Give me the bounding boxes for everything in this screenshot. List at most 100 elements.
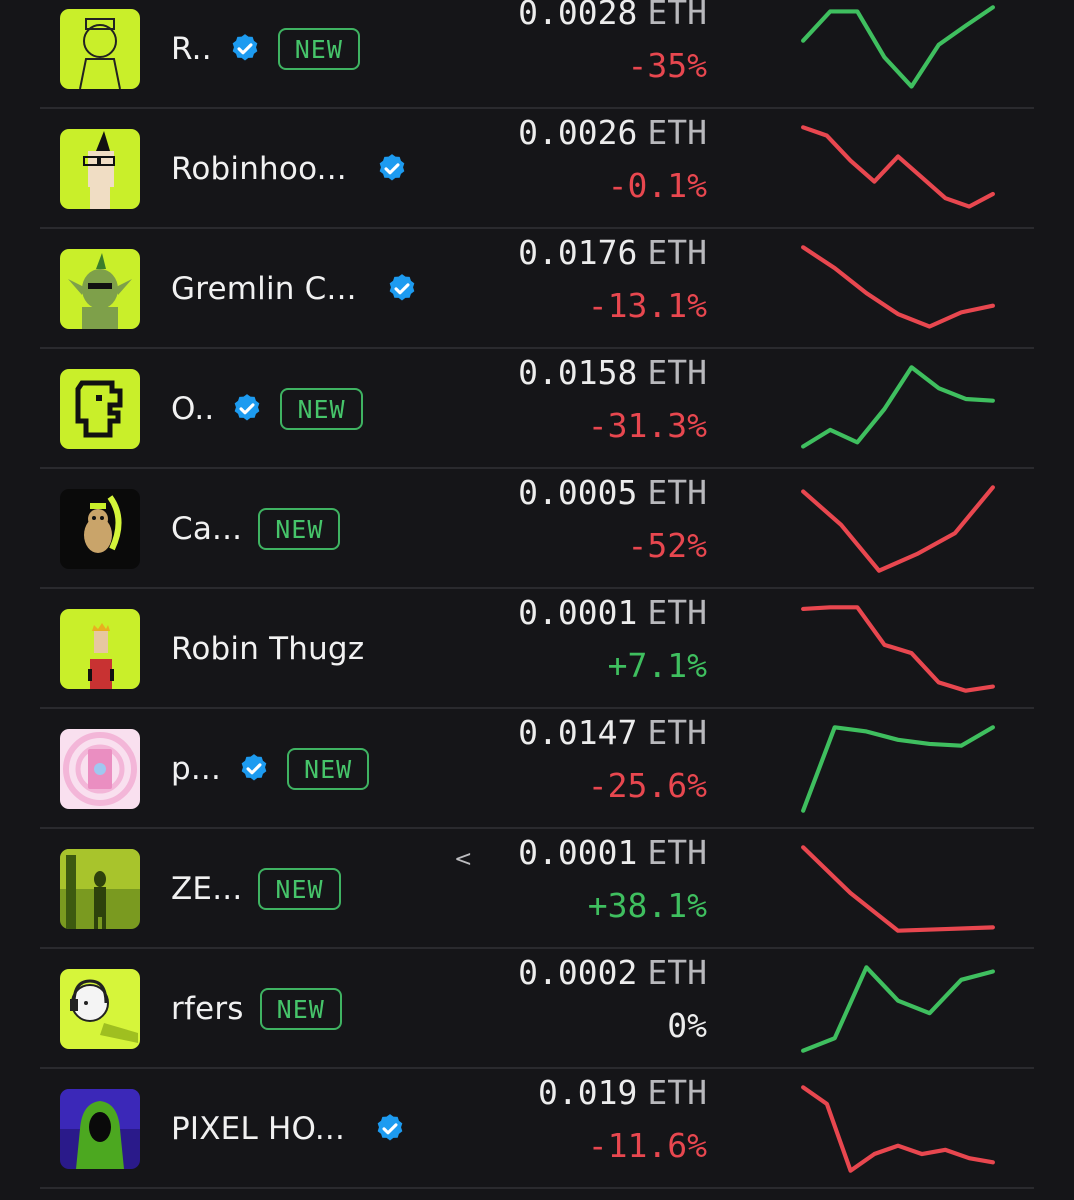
robot-girl-avatar-icon	[60, 9, 140, 89]
new-badge: NEW	[277, 28, 360, 70]
collection-name: Ca...	[171, 511, 243, 547]
collection-name: R..	[171, 31, 212, 67]
collection-name: Robinhoo...	[171, 151, 347, 187]
price-unit: ETH	[647, 713, 707, 752]
price-change: -52%	[627, 526, 707, 565]
floor-price-value: 0.0176	[518, 233, 638, 272]
price-sparkline	[801, 845, 995, 933]
collection-name: rfers	[171, 991, 244, 1027]
price-change: +38.1%	[587, 886, 707, 925]
floor-price: 0.0001 ETH	[518, 833, 707, 872]
price-sparkline	[801, 1085, 995, 1173]
sparkline-path	[801, 125, 995, 209]
floor-price: 0.0028 ETH	[518, 0, 707, 32]
collection-name-group: R.. NEW	[171, 0, 360, 109]
collection-name: Gremlin C...	[171, 271, 357, 307]
collection-name: p...	[171, 751, 222, 787]
price-unit: ETH	[647, 953, 707, 992]
verified-badge-icon	[375, 152, 409, 186]
collection-row[interactable]: Gremlin C... 0.0176 ETH -13.1%	[40, 229, 1034, 349]
sparkline-path	[801, 965, 995, 1053]
floor-price: 0.019 ETH	[538, 1073, 707, 1112]
collection-row[interactable]: R.. NEW 0.0028 ETH -35%	[40, 0, 1034, 109]
sparkline-path	[801, 365, 995, 449]
price-unit: ETH	[647, 593, 707, 632]
collection-name-group: PIXEL HO...	[171, 1069, 407, 1189]
statue-art-icon	[60, 849, 140, 929]
floor-price: 0.0002 ETH	[518, 953, 707, 992]
price-change: -25.6%	[587, 766, 707, 805]
collection-row[interactable]: O.. NEW 0.0158 ETH -31.3%	[40, 349, 1034, 469]
price-change: -11.6%	[587, 1126, 707, 1165]
price-sparkline	[801, 5, 995, 89]
sparkline-path	[801, 485, 995, 573]
floor-price: 0.0176 ETH	[518, 233, 707, 272]
price-unit: ETH	[647, 0, 707, 32]
collection-row[interactable]: Robin Thugz 0.0001 ETH +7.1%	[40, 589, 1034, 709]
floor-price: 0.0026 ETH	[518, 113, 707, 152]
punk-avatar-icon	[60, 129, 140, 209]
floor-price-value: 0.0158	[518, 353, 638, 392]
price-unit: ETH	[647, 1073, 707, 1112]
hooded-figure-icon	[60, 1089, 140, 1169]
card-pack-icon	[60, 729, 140, 809]
floor-price-value: 0.019	[538, 1073, 638, 1112]
floor-price-value: 0.0001	[518, 593, 638, 632]
price-sparkline	[801, 125, 995, 209]
collection-name: Robin Thugz	[171, 631, 365, 667]
new-badge: NEW	[287, 748, 370, 790]
collection-name-group: Robin Thugz	[171, 589, 364, 709]
price-sparkline	[801, 365, 995, 449]
price-sparkline	[801, 485, 995, 573]
sparkline-path	[801, 245, 995, 329]
price-unit: ETH	[647, 833, 707, 872]
price-sparkline	[801, 725, 995, 813]
floor-price: 0.0001 ETH	[518, 593, 707, 632]
collection-name: ZE...	[171, 871, 243, 907]
price-change: +7.1%	[607, 646, 707, 685]
verified-badge-icon	[230, 392, 264, 426]
verified-badge-icon	[228, 32, 262, 66]
floor-price: 0.0005 ETH	[518, 473, 707, 512]
verified-badge-icon	[373, 1112, 407, 1146]
collection-row[interactable]: Robinhoo... 0.0026 ETH -0.1%	[40, 109, 1034, 229]
new-badge: NEW	[258, 868, 341, 910]
headphone-avatar-icon	[60, 969, 140, 1049]
floor-price-value: 0.0005	[518, 473, 638, 512]
chevron-left-icon: <	[454, 847, 473, 872]
pixel-figure-icon	[60, 369, 140, 449]
cat-avatar-icon	[60, 489, 140, 569]
floor-price-value: 0.0001	[518, 833, 638, 872]
new-badge: NEW	[258, 508, 341, 550]
collection-list: R.. NEW 0.0028 ETH -35% Robinhoo... 0.0026 ETH -…	[0, 0, 1074, 1189]
price-change: -35%	[627, 46, 707, 85]
price-change: -0.1%	[607, 166, 707, 205]
gremlin-avatar-icon	[60, 249, 140, 329]
floor-price-value: 0.0147	[518, 713, 638, 752]
verified-badge-icon	[385, 272, 419, 306]
floor-price-value: 0.0002	[518, 953, 638, 992]
collection-row[interactable]: Ca... NEW 0.0005 ETH -52%	[40, 469, 1034, 589]
new-badge: NEW	[259, 988, 342, 1030]
floor-price: 0.0158 ETH	[518, 353, 707, 392]
collection-name-group: O.. NEW	[171, 349, 363, 469]
sparkline-path	[801, 1085, 995, 1173]
price-change: 0%	[667, 1006, 707, 1045]
collection-name-group: ZE... NEW	[171, 829, 341, 949]
collection-row[interactable]: ZE... NEW 0.0001 ETH < +38.1%	[40, 829, 1034, 949]
price-unit: ETH	[647, 113, 707, 152]
collection-row[interactable]: p... NEW 0.0147 ETH -25.6%	[40, 709, 1034, 829]
collection-row[interactable]: PIXEL HO... 0.019 ETH -11.6%	[40, 1069, 1034, 1189]
price-unit: ETH	[647, 233, 707, 272]
price-unit: ETH	[647, 353, 707, 392]
price-change: -13.1%	[587, 286, 707, 325]
price-unit: ETH	[647, 473, 707, 512]
verified-badge-icon	[237, 752, 271, 786]
collection-name-group: Ca... NEW	[171, 469, 341, 589]
collection-row[interactable]: rfers NEW 0.0002 ETH 0%	[40, 949, 1034, 1069]
price-change: -31.3%	[587, 406, 707, 445]
sparkline-path	[801, 5, 995, 89]
king-avatar-icon	[60, 609, 140, 689]
collection-name-group: Gremlin C...	[171, 229, 419, 349]
sparkline-path	[801, 725, 995, 813]
